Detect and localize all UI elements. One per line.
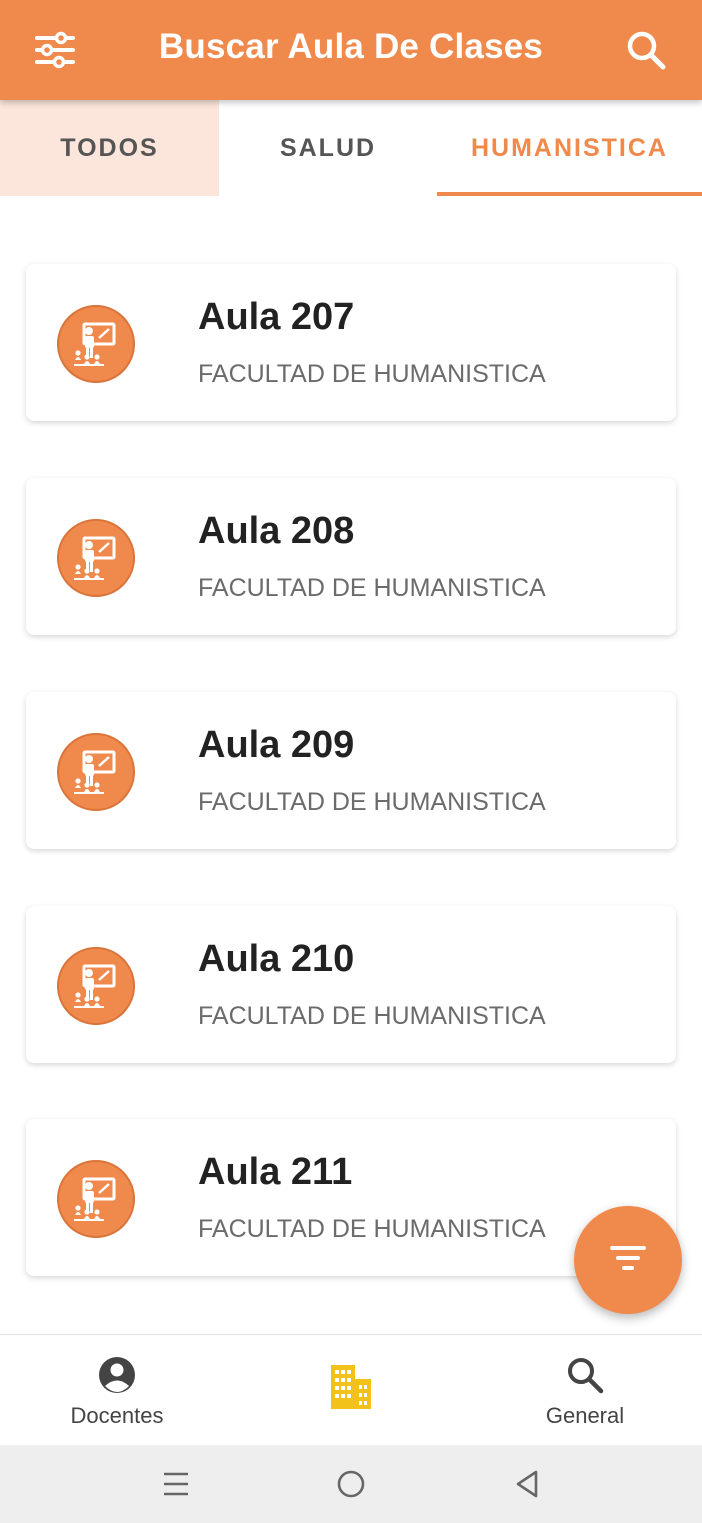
recents-icon[interactable] bbox=[156, 1464, 196, 1504]
classroom-name: Aula 210 bbox=[198, 938, 355, 980]
nav-docentes[interactable]: Docentes bbox=[0, 1335, 234, 1446]
teacher-board-icon bbox=[57, 305, 135, 383]
classroom-card[interactable]: Aula 210 FACULTAD DE HUMANISTICA bbox=[26, 906, 676, 1063]
search-icon[interactable] bbox=[620, 24, 672, 76]
nav-label: Docentes bbox=[70, 1403, 164, 1428]
tab-bar: TODOS SALUD HUMANISTICA bbox=[0, 100, 702, 196]
search-icon bbox=[468, 1353, 702, 1397]
teacher-board-icon bbox=[57, 947, 135, 1025]
app-bar: Buscar Aula De Clases bbox=[0, 0, 702, 100]
system-navigation-bar bbox=[0, 1445, 702, 1523]
classroom-faculty: FACULTAD DE HUMANISTICA bbox=[198, 1215, 546, 1243]
classroom-faculty: FACULTAD DE HUMANISTICA bbox=[198, 360, 546, 388]
classroom-faculty: FACULTAD DE HUMANISTICA bbox=[198, 788, 546, 816]
tab-label: TODOS bbox=[60, 133, 159, 162]
classroom-name: Aula 207 bbox=[198, 296, 355, 338]
nav-aulas[interactable] bbox=[234, 1335, 468, 1446]
teacher-board-icon bbox=[57, 733, 135, 811]
nav-general[interactable]: General bbox=[468, 1335, 702, 1446]
tab-humanistica[interactable]: HUMANISTICA bbox=[437, 100, 702, 196]
classroom-faculty: FACULTAD DE HUMANISTICA bbox=[198, 1002, 546, 1030]
classroom-name: Aula 208 bbox=[198, 510, 355, 552]
classroom-card[interactable]: Aula 207 FACULTAD DE HUMANISTICA bbox=[26, 264, 676, 421]
tab-indicator bbox=[437, 192, 702, 196]
classroom-name: Aula 211 bbox=[198, 1151, 353, 1193]
account-circle-icon bbox=[0, 1353, 234, 1397]
back-icon[interactable] bbox=[507, 1464, 547, 1504]
classroom-card[interactable]: Aula 208 FACULTAD DE HUMANISTICA bbox=[26, 478, 676, 635]
nav-label: General bbox=[545, 1403, 625, 1428]
classroom-faculty: FACULTAD DE HUMANISTICA bbox=[198, 574, 546, 602]
classroom-card[interactable]: Aula 209 FACULTAD DE HUMANISTICA bbox=[26, 692, 676, 849]
tab-label: HUMANISTICA bbox=[471, 133, 668, 162]
tab-label: SALUD bbox=[279, 133, 377, 162]
bottom-navigation: Docentes General bbox=[0, 1334, 702, 1445]
buildings-icon bbox=[234, 1365, 468, 1409]
classroom-name: Aula 209 bbox=[198, 724, 355, 766]
home-icon[interactable] bbox=[331, 1464, 371, 1504]
page-title: Buscar Aula De Clases bbox=[158, 27, 544, 66]
tab-todos[interactable]: TODOS bbox=[0, 100, 219, 196]
teacher-board-icon bbox=[57, 519, 135, 597]
filter-button[interactable] bbox=[574, 1206, 682, 1314]
teacher-board-icon bbox=[57, 1160, 135, 1238]
filter-icon bbox=[608, 1243, 648, 1278]
tab-salud[interactable]: SALUD bbox=[219, 100, 437, 196]
